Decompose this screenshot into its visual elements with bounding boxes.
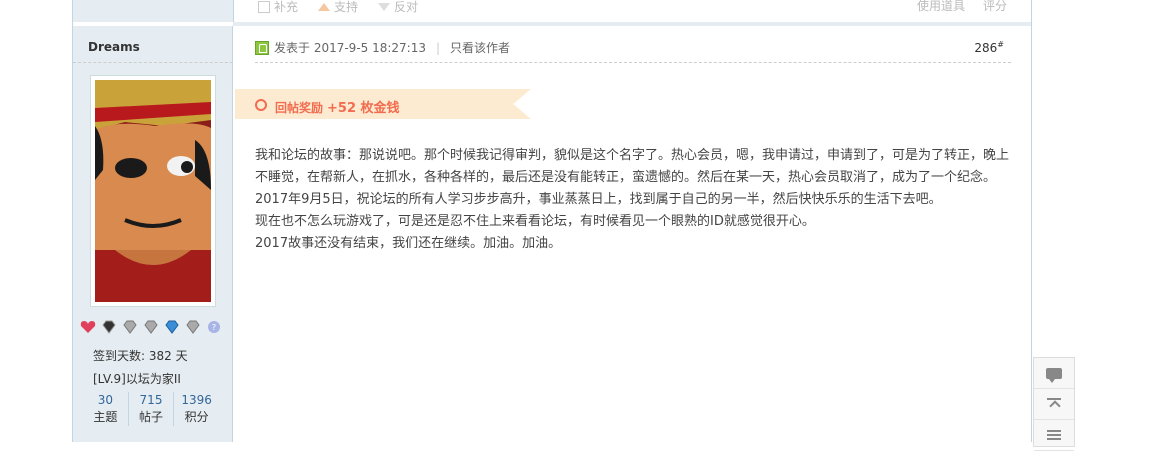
author-stats: 30 主题 715 帖子 1396 积分 [83, 392, 219, 426]
floating-toolbar [1033, 357, 1075, 451]
stat-posts[interactable]: 715 帖子 [129, 392, 175, 426]
previous-post-footer: 补充 支持 反对 使用道具 评分 [73, 0, 1031, 22]
post-paragraph: 我和论坛的故事：那说说吧。那个时候我记得审判，貌似是这个名字了。热心会员，嗯，我… [255, 148, 1010, 185]
diamond-medal-icon[interactable] [185, 320, 201, 334]
stat-credits[interactable]: 1396 积分 [174, 392, 219, 426]
medal-row: ? [80, 320, 222, 334]
stat-label: 主题 [93, 410, 118, 424]
post-action-bar: 补充 支持 反对 [258, 0, 418, 14]
avatar-frame[interactable] [90, 75, 216, 307]
list-icon [1047, 430, 1061, 440]
supplement-button[interactable]: 补充 [258, 0, 298, 14]
divider [73, 62, 233, 63]
gem-medal-icon[interactable] [101, 320, 117, 334]
post-paragraph: 2017年9月5日，祝论坛的所有人学习步步高升，事业蒸蒸日上，找到属于自己的另一… [255, 192, 942, 207]
support-button[interactable]: 支持 [318, 0, 358, 14]
post-timestamp: 发表于 2017-9-5 18:27:13 [274, 41, 426, 55]
post-paragraph: 2017故事还没有结束，我们还在继续。加油。加油。 [255, 236, 562, 251]
user-level[interactable]: [LV.9]以坛为家II [93, 370, 181, 387]
back-to-top-icon [1047, 398, 1061, 410]
author-name[interactable]: Dreams [88, 40, 140, 54]
avatar[interactable] [95, 80, 211, 302]
blue-gem-medal-icon[interactable] [164, 320, 180, 334]
quick-reply-button[interactable] [1034, 358, 1074, 389]
online-status-icon [255, 40, 269, 55]
stat-label: 帖子 [139, 410, 164, 424]
use-item-menu[interactable]: 使用道具 [917, 0, 965, 12]
heart-medal-icon[interactable] [80, 320, 96, 334]
only-author-link[interactable]: 只看该作者 [450, 39, 510, 56]
post-separator [233, 22, 1031, 26]
help-icon[interactable]: ? [206, 320, 222, 334]
return-list-button[interactable] [1034, 420, 1074, 451]
stat-label: 积分 [184, 410, 209, 424]
reward-amount: +52 枚金钱 [327, 101, 400, 116]
checkin-days: 签到天数: 382 天 [93, 349, 188, 363]
svg-text:?: ? [212, 323, 216, 332]
reply-reward-banner: 回帖奖励 +52 枚金钱 [235, 89, 531, 119]
stat-threads[interactable]: 30 主题 [83, 392, 129, 426]
rate-button[interactable]: 评分 [983, 0, 1007, 12]
floor-value: 286 [974, 41, 998, 55]
post-tools: 使用道具 评分 [917, 0, 1007, 12]
author-sidebar: Dreams ? 签到天数: 382 天 [LV.9]以坛为家II 30 主题 … [73, 26, 233, 442]
stat-value: 30 [97, 393, 113, 407]
reward-icon [255, 99, 267, 111]
thumb-up-icon [318, 3, 331, 11]
oppose-button[interactable]: 反对 [378, 0, 418, 14]
stat-value: 715 [139, 393, 163, 407]
edit-icon [258, 1, 270, 13]
previous-post-sidebar [73, 0, 234, 22]
divider: | [436, 40, 441, 55]
floor-number[interactable]: 286# [974, 40, 1004, 55]
supplement-label: 补充 [274, 0, 299, 14]
floor-mark: # [997, 40, 1004, 49]
diamond-medal-icon[interactable] [143, 320, 159, 334]
reply-bubble-icon [1046, 367, 1062, 383]
stat-value: 1396 [181, 393, 212, 407]
post-content: 我和论坛的故事：那说说吧。那个时候我记得审判，貌似是这个名字了。热心会员，嗯，我… [255, 145, 1015, 255]
post-meta: 发表于 2017-9-5 18:27:13 | 只看该作者 [255, 39, 510, 56]
oppose-label: 反对 [394, 0, 419, 14]
reward-label: 回帖奖励 [275, 101, 324, 115]
back-to-top-button[interactable] [1034, 389, 1074, 420]
divider [255, 62, 1011, 63]
post-paragraph: 现在也不怎么玩游戏了，可是还是忍不住上来看看论坛，有时候看见一个眼熟的ID就感觉… [255, 214, 815, 229]
support-label: 支持 [334, 0, 359, 14]
post-container: 补充 支持 反对 使用道具 评分 Dreams ? 签到天数: 382 天 [L… [72, 0, 1032, 442]
reward-text: 回帖奖励 +52 枚金钱 [275, 97, 400, 116]
diamond-medal-icon[interactable] [122, 320, 138, 334]
thumb-down-icon [378, 3, 391, 11]
